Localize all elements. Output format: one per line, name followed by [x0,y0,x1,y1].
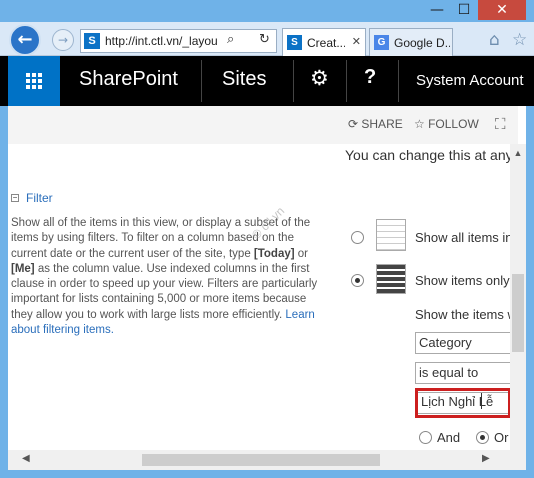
back-button[interactable]: ← [9,24,41,56]
address-url[interactable]: http://int.ctl.vn/_layou [105,34,223,48]
scroll-left-arrow-icon[interactable]: ◀ [22,453,30,464]
all-items-list-icon [376,219,406,251]
google-docs-favicon-icon: G [374,35,389,50]
show-items-when-label: Show the items w [415,307,510,322]
window-frame [0,106,8,478]
desc-text: as the column value. Use indexed columns… [11,262,318,321]
filter-value-text: Lịch Nghỉ Lễ [421,394,494,409]
desc-me-token: [Me] [11,262,35,275]
minimize-button[interactable]: — [424,0,450,20]
filtered-items-list-icon [376,264,406,294]
scroll-right-arrow-icon[interactable]: ▶ [482,453,490,464]
follow-button[interactable]: ☆ FOLLOW [414,117,479,131]
window-frame [526,106,534,478]
favorites-icon[interactable]: ☆ [512,30,527,50]
window-frame [0,470,534,478]
or-radio[interactable] [476,431,489,444]
scrollbar-corner [510,450,526,470]
vertical-scroll-thumb[interactable] [512,274,524,352]
view-settings-content: You can change this at any ti − Filter S… [8,144,510,450]
and-label: And [437,430,461,445]
maximize-button[interactable]: ☐ [451,0,477,20]
help-button[interactable]: ? [364,66,376,89]
sites-link[interactable]: Sites [222,68,266,91]
filter-description: Show all of the items in this view, or d… [11,216,323,338]
tab-label: Creat... [307,36,345,50]
search-icon[interactable]: ⌕ [227,32,234,47]
desc-today-token: [Today] [253,247,295,260]
address-bar[interactable]: S http://int.ctl.vn/_layou ⌕ ↻ [80,29,277,53]
show-all-items-label: Show all items in [415,230,510,245]
app-launcher-button[interactable] [8,56,60,106]
divider [398,60,399,102]
show-all-items-radio[interactable] [351,231,364,244]
account-menu[interactable]: System Account [416,72,524,89]
tab-create[interactable]: S Creat... ✕ [282,28,366,56]
divider [293,60,294,102]
show-items-only-label: Show items only [415,273,510,288]
text-caret [481,393,482,409]
filter-operator-select[interactable]: is equal to [415,362,510,384]
focus-content-icon[interactable]: ⛶ [495,115,506,133]
filter-column-select[interactable]: Category [415,332,510,354]
refresh-icon[interactable]: ↻ [259,32,270,47]
tab-label: Google D... [394,36,450,50]
or-label: Or [494,430,509,445]
filter-section-heading[interactable]: Filter [26,191,53,205]
collapse-icon[interactable]: − [11,194,19,202]
horizontal-scroll-thumb[interactable] [142,454,380,466]
show-items-only-radio[interactable] [351,274,364,287]
vertical-scrollbar[interactable]: ▲ [510,144,526,450]
divider [201,60,202,102]
home-icon[interactable]: ⌂ [489,30,500,50]
browser-window: — ☐ ✕ ← → S http://int.ctl.vn/_layou ⌕ ↻… [0,0,534,478]
tab-close-icon[interactable]: ✕ [352,35,361,48]
forward-button[interactable]: → [52,29,74,51]
tab-google-docs[interactable]: G Google D... [369,28,453,56]
close-button[interactable]: ✕ [478,0,526,20]
sharepoint-favicon-icon: S [84,33,100,49]
horizontal-scrollbar[interactable]: ◀ ▶ [8,450,510,470]
settings-gear-icon[interactable]: ⚙ [310,66,329,90]
sharepoint-favicon-icon: S [287,35,302,50]
change-message: You can change this at any ti [345,147,510,163]
brand-title[interactable]: SharePoint [79,68,178,91]
divider [346,60,347,102]
and-radio[interactable] [419,431,432,444]
scroll-up-arrow-icon[interactable]: ▲ [510,148,526,158]
waffle-icon [26,73,42,89]
share-button[interactable]: ⟳ SHARE [348,117,403,131]
desc-text: or [294,247,308,260]
